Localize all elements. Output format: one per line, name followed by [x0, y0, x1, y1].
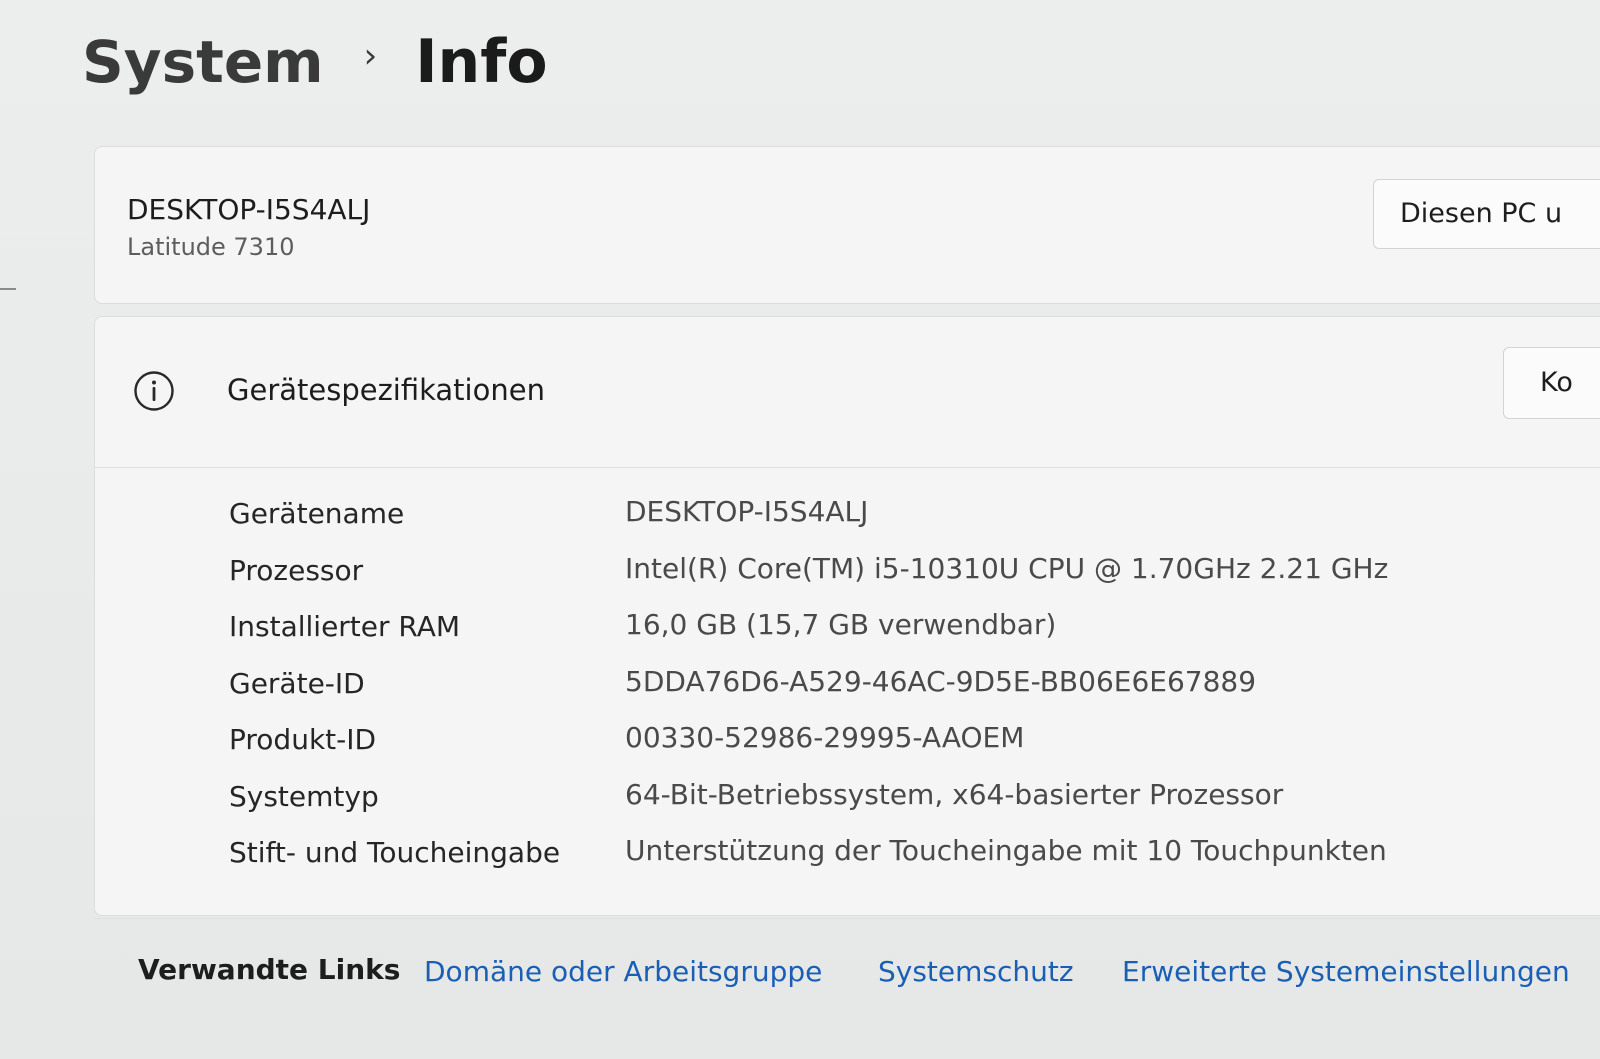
chevron-right-icon: ›: [363, 36, 378, 76]
device-name: DESKTOP-I5S4ALJ: [127, 193, 371, 226]
spec-value: 64-Bit-Betriebssystem, x64-basierter Pro…: [625, 777, 1284, 811]
spec-label: Stift- und Toucheingabe: [229, 836, 561, 869]
copy-button[interactable]: Ko: [1503, 347, 1600, 419]
spec-label: Prozessor: [229, 553, 364, 587]
spec-row-processor: Prozessor Intel(R) Core(TM) i5-10310U CP…: [95, 551, 1600, 611]
spec-label: Installierter RAM: [229, 610, 461, 643]
window-edge-mark: [0, 288, 16, 290]
specifications-header[interactable]: Gerätespezifikationen Ko: [95, 317, 1600, 468]
spec-row-device-id: Geräte-ID 5DDA76D6-A529-46AC-9D5E-BB06E6…: [95, 664, 1600, 724]
spec-value: 5DDA76D6-A529-46AC-9D5E-BB06E6E67889: [625, 664, 1257, 698]
page-title: Info: [415, 27, 548, 97]
breadcrumb-system[interactable]: System: [82, 28, 324, 96]
spec-row-device-name: Gerätename DESKTOP-I5S4ALJ: [95, 495, 1600, 554]
rename-pc-button[interactable]: Diesen PC u: [1373, 179, 1600, 249]
specifications-title: Gerätespezifikationen: [227, 373, 545, 407]
related-links-label: Verwandte Links: [138, 953, 401, 986]
specifications-list: Gerätename DESKTOP-I5S4ALJ Prozessor Int…: [95, 495, 1600, 893]
spec-value: Intel(R) Core(TM) i5-10310U CPU @ 1.70GH…: [625, 551, 1389, 585]
related-links-bar: Verwandte Links Domäne oder Arbeitsgrupp…: [94, 918, 1600, 1039]
spec-row-product-id: Produkt-ID 00330-52986-29995-AAOEM: [95, 721, 1600, 780]
spec-value: 00330-52986-29995-AAOEM: [625, 721, 1025, 754]
spec-row-ram: Installierter RAM 16,0 GB (15,7 GB verwe…: [95, 608, 1600, 667]
device-model: Latitude 7310: [127, 233, 295, 261]
system-protection-link[interactable]: Systemschutz: [878, 955, 1074, 988]
spec-label: Systemtyp: [229, 779, 379, 813]
device-card: DESKTOP-I5S4ALJ Latitude 7310 Diesen PC …: [94, 146, 1600, 304]
spec-value: 16,0 GB (15,7 GB verwendbar): [625, 608, 1057, 641]
info-icon: [134, 371, 174, 411]
spec-label: Geräte-ID: [229, 666, 365, 700]
spec-row-pen-touch: Stift- und Toucheingabe Unterstützung de…: [95, 834, 1600, 893]
spec-value: DESKTOP-I5S4ALJ: [625, 495, 869, 528]
spec-label: Gerätename: [229, 497, 405, 530]
device-specifications-card: Gerätespezifikationen Ko Gerätename DESK…: [94, 316, 1600, 916]
settings-window: System › Info DESKTOP-I5S4ALJ Latitude 7…: [0, 0, 1600, 1059]
advanced-system-settings-link[interactable]: Erweiterte Systemeinstellungen: [1122, 955, 1570, 988]
breadcrumb: System › Info: [82, 22, 548, 102]
domain-workgroup-link[interactable]: Domäne oder Arbeitsgruppe: [424, 955, 822, 988]
spec-row-system-type: Systemtyp 64-Bit-Betriebssystem, x64-bas…: [95, 777, 1600, 837]
spec-value: Unterstützung der Toucheingabe mit 10 To…: [625, 834, 1387, 867]
spec-label: Produkt-ID: [229, 723, 377, 756]
